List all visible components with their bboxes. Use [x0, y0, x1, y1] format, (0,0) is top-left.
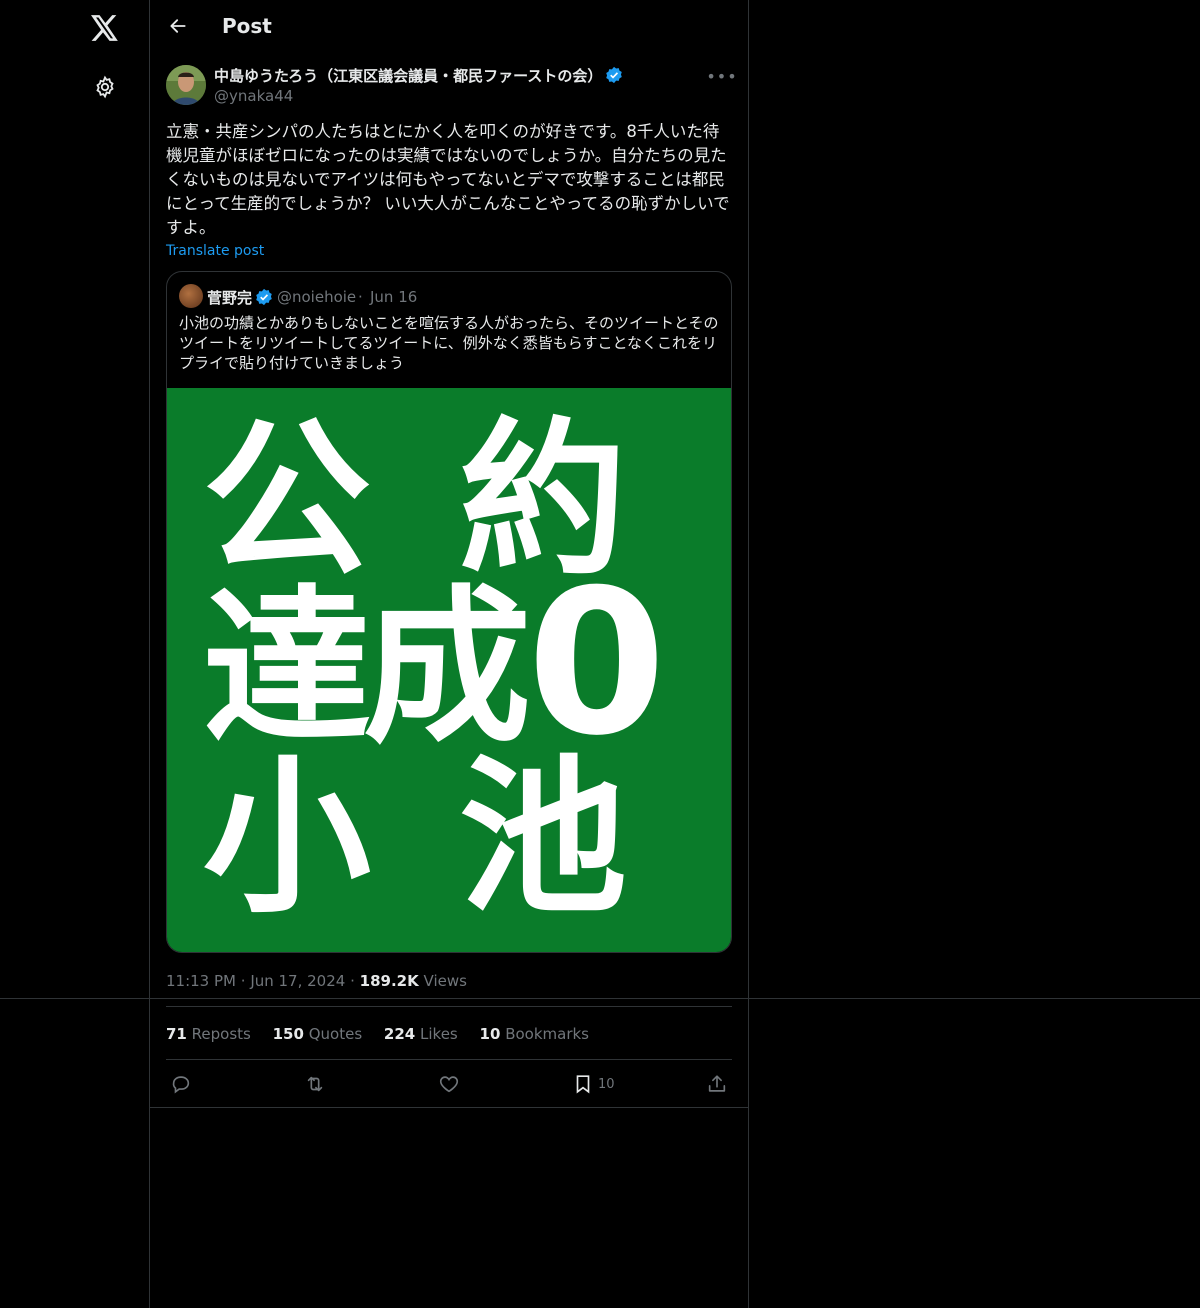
bookmarks-count: 10 [479, 1025, 501, 1043]
repost-icon [307, 1076, 323, 1092]
likes-label: Likes [420, 1025, 458, 1043]
page-title: Post [222, 14, 272, 38]
bookmark-button[interactable]: 10 [572, 1070, 615, 1098]
separator-dot: · [350, 972, 360, 990]
bookmarks-label: Bookmarks [505, 1025, 589, 1043]
separator-dot: · [358, 288, 363, 306]
verified-badge-icon [255, 288, 273, 310]
quoted-post-date: Jun 16 [370, 288, 418, 306]
left-navigation [0, 0, 150, 1308]
likes-stat[interactable]: 224 Likes [384, 1025, 458, 1043]
bookmark-icon [576, 1075, 590, 1094]
reply-button[interactable] [170, 1070, 192, 1098]
verified-badge-icon [605, 66, 623, 88]
post-detail-column: Post 中島ゆうたろう（江東区議会議員・都民ファーストの会） @ynaka44… [150, 0, 749, 1308]
quotes-stat[interactable]: 150 Quotes [273, 1025, 363, 1043]
repost-button[interactable] [304, 1070, 326, 1098]
engagement-stats: 71 Reposts 150 Quotes 224 Likes 10 Bookm… [166, 1025, 606, 1043]
quotes-label: Quotes [308, 1025, 363, 1043]
poster-char: 公 [203, 402, 371, 598]
author-handle[interactable]: @ynaka44 [214, 87, 293, 105]
x-logo-icon[interactable] [85, 8, 125, 48]
gear-icon[interactable] [85, 67, 125, 107]
divider [150, 1107, 749, 1108]
heart-icon [439, 1076, 459, 1093]
quoted-author-handle: @noiehoie [277, 288, 357, 306]
post-date[interactable]: Jun 17, 2024 [250, 972, 345, 990]
action-bar: 10 [150, 1070, 749, 1098]
poster-char: 成 [363, 570, 531, 766]
quoted-post[interactable]: 菅野完 @noiehoie · Jun 16 小池の功績とかありもしないことを喧… [166, 271, 732, 953]
post-text: 立憲・共産シンパの人たちはとにかく人を叩くのが好きです。8千人いた待機児童がほぼ… [166, 122, 730, 237]
divider [166, 1059, 732, 1060]
poster-char: 池 [459, 740, 627, 936]
reposts-label: Reposts [191, 1025, 251, 1043]
share-button[interactable] [706, 1070, 728, 1098]
quoted-post-text: 小池の功績とかありもしないことを喧伝する人がおったら、そのツイートとそのツイート… [179, 314, 719, 372]
bookmarks-stat[interactable]: 10 Bookmarks [480, 1025, 589, 1043]
divider [0, 998, 1200, 999]
post-metadata: 11:13 PM · Jun 17, 2024 · 189.2K Views [166, 972, 467, 990]
back-button[interactable] [162, 10, 194, 42]
quoted-author-avatar [179, 284, 203, 308]
post-time[interactable]: 11:13 PM [166, 972, 236, 990]
like-button[interactable] [438, 1070, 460, 1098]
views-count: 189.2K [359, 972, 419, 990]
more-options-button[interactable]: ••• [706, 66, 736, 86]
arrow-left-icon [170, 19, 186, 33]
separator-dot: · [240, 972, 251, 990]
poster-char: 0 [527, 547, 667, 780]
translate-post-link[interactable]: Translate post [166, 243, 264, 259]
author-avatar[interactable] [166, 65, 206, 105]
quoted-post-image[interactable]: 公 約 達 成 0 小 池 [167, 388, 731, 952]
poster-char: 小 [203, 740, 371, 936]
reply-icon [172, 1076, 190, 1094]
likes-count: 224 [383, 1025, 416, 1043]
poster-char: 達 [203, 570, 371, 766]
reposts-count: 71 [166, 1025, 187, 1043]
bookmark-count: 10 [598, 1076, 615, 1092]
share-icon [708, 1075, 726, 1092]
author-name[interactable]: 中島ゆうたろう（江東区議会議員・都民ファーストの会） [214, 65, 602, 86]
quotes-count: 150 [272, 1025, 304, 1043]
top-bar: Post [150, 0, 749, 55]
reposts-stat[interactable]: 71 Reposts [166, 1025, 251, 1043]
views-label: Views [423, 972, 467, 990]
divider [166, 1006, 732, 1007]
quoted-author-name: 菅野完 [207, 289, 253, 307]
